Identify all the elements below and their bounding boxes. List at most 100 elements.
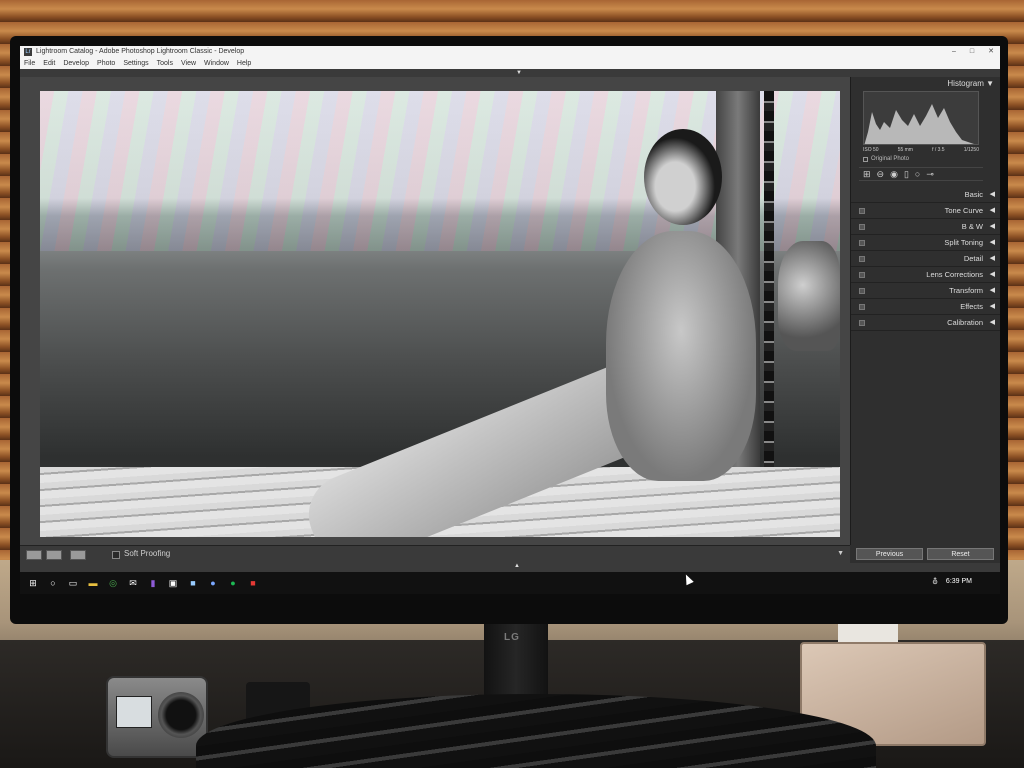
menu-develop[interactable]: Develop: [63, 58, 89, 69]
menu-tools[interactable]: Tools: [157, 58, 173, 69]
panel-switch[interactable]: [859, 272, 865, 278]
panel-label: Transform: [949, 286, 983, 295]
panel-label: Calibration: [947, 318, 983, 327]
expand-arrow-icon[interactable]: ◀: [990, 267, 995, 283]
filmstrip-toggle-strip[interactable]: ▲: [20, 563, 1000, 572]
panel-switch[interactable]: [859, 304, 865, 310]
panel-label: Split Toning: [944, 238, 983, 247]
panel-split-toning[interactable]: Split Toning ◀: [851, 235, 1000, 251]
monitor-screen: Lr Lightroom Catalog - Adobe Photoshop L…: [20, 46, 1000, 594]
radial-filter-icon[interactable]: ○: [915, 167, 920, 181]
image-canvas[interactable]: [20, 77, 850, 545]
panel-effects[interactable]: Effects ◀: [851, 299, 1000, 315]
red-eye-icon[interactable]: ◉: [890, 167, 898, 181]
menu-help[interactable]: Help: [237, 58, 251, 69]
panel-switch[interactable]: [859, 288, 865, 294]
histogram[interactable]: [863, 91, 979, 145]
chrome-icon[interactable]: ◎: [106, 576, 120, 590]
histogram-header[interactable]: Histogram ▼: [947, 79, 994, 88]
panel-calibration[interactable]: Calibration ◀: [851, 315, 1000, 331]
minimize-button[interactable]: –: [952, 46, 956, 58]
histogram-label: Histogram: [947, 79, 984, 88]
panel-detail[interactable]: Detail ◀: [851, 251, 1000, 267]
file-explorer-icon[interactable]: ▬: [86, 576, 100, 590]
develop-right-panel: Histogram ▼ ISO 50 55 mm f / 3.5 1/1250 …: [850, 77, 1000, 563]
aperture-value: f / 3.5: [932, 147, 945, 153]
expand-arrow-icon[interactable]: ◀: [990, 203, 995, 219]
develop-panels: Basic ◀ Tone Curve ◀ B & W ◀ Split Tonin…: [851, 187, 1000, 331]
brush-icon[interactable]: ⊸: [926, 167, 934, 181]
close-button[interactable]: ✕: [988, 46, 994, 58]
before-after-swap-button[interactable]: [70, 550, 86, 560]
menu-settings[interactable]: Settings: [123, 58, 148, 69]
menu-window[interactable]: Window: [204, 58, 229, 69]
panel-switch[interactable]: [859, 256, 865, 262]
develop-toolbar: Soft Proofing ▼: [20, 545, 850, 563]
photo-subject-head: [644, 129, 722, 225]
menu-view[interactable]: View: [181, 58, 196, 69]
panel-label: Detail: [963, 254, 983, 263]
panel-tone-curve[interactable]: Tone Curve ◀: [851, 203, 1000, 219]
expand-arrow-icon[interactable]: ◀: [990, 187, 995, 203]
crop-icon[interactable]: ⊞: [863, 167, 871, 181]
action-camera: [106, 676, 208, 758]
graduated-filter-icon[interactable]: ▯: [904, 167, 909, 181]
photo-preview[interactable]: [40, 91, 840, 537]
panel-switch[interactable]: [859, 320, 865, 326]
expand-arrow-icon[interactable]: ◀: [990, 251, 995, 267]
toolbar-dropdown-icon[interactable]: ▼: [837, 550, 844, 557]
reset-button[interactable]: Reset: [927, 548, 994, 560]
expand-filmstrip-icon[interactable]: ▲: [514, 563, 520, 569]
media-icon[interactable]: ■: [246, 576, 260, 590]
shutter-value: 1/1250: [963, 147, 979, 153]
soft-proofing-checkbox[interactable]: [112, 551, 120, 559]
menu-file[interactable]: File: [24, 58, 35, 69]
spotify-icon[interactable]: ●: [226, 576, 240, 590]
cortana-icon[interactable]: ○: [46, 576, 60, 590]
panel-switch[interactable]: [859, 240, 865, 246]
histogram-curve: [864, 104, 974, 144]
loupe-view-button[interactable]: [26, 550, 42, 560]
windows-start-icon[interactable]: ⊞: [26, 576, 40, 590]
menu-edit[interactable]: Edit: [43, 58, 55, 69]
taskbar-clock[interactable]: 6:39 PM: [946, 578, 972, 585]
photo-subject-torso: [606, 231, 756, 481]
panel-basic[interactable]: Basic ◀: [851, 187, 1000, 203]
window-title: Lightroom Catalog - Adobe Photoshop Ligh…: [36, 48, 245, 55]
expand-arrow-icon[interactable]: ◀: [990, 315, 995, 331]
onenote-icon[interactable]: ▮: [146, 576, 160, 590]
mail-icon[interactable]: ✉: [126, 576, 140, 590]
panel-label: B & W: [961, 222, 983, 231]
menu-bar: File Edit Develop Photo Settings Tools V…: [20, 58, 1000, 69]
panel-bw[interactable]: B & W ◀: [851, 219, 1000, 235]
system-tray-icon[interactable]: ⛢: [932, 577, 938, 586]
panel-switch[interactable]: [859, 208, 865, 214]
task-view-icon[interactable]: ▭: [66, 576, 80, 590]
tool-strip: ⊞ ⊖ ◉ ▯ ○ ⊸: [859, 167, 983, 181]
panel-buttons: Previous Reset: [850, 545, 1000, 563]
windows-taskbar: ⊞ ○ ▭ ▬ ◎ ✉ ▮ ▣ ■ ● ● ■ ⛢ 6:39 PM: [20, 572, 1000, 594]
lightroom-icon[interactable]: ■: [186, 576, 200, 590]
expand-arrow-icon[interactable]: ◀: [990, 283, 995, 299]
panel-switch[interactable]: [859, 224, 865, 230]
collapse-top-icon[interactable]: ▼: [516, 70, 522, 76]
expand-arrow-icon[interactable]: ◀: [990, 299, 995, 315]
original-photo-checkbox[interactable]: [863, 156, 868, 162]
expand-arrow-icon[interactable]: ◀: [990, 219, 995, 235]
top-panel-toggle-strip[interactable]: ▼: [20, 69, 1000, 77]
photos-icon[interactable]: ▣: [166, 576, 180, 590]
menu-photo[interactable]: Photo: [97, 58, 115, 69]
previous-button[interactable]: Previous: [856, 548, 923, 560]
maximize-button[interactable]: □: [970, 46, 974, 58]
original-photo-label: Original Photo: [871, 156, 910, 162]
camera-screen: [116, 696, 152, 728]
panel-transform[interactable]: Transform ◀: [851, 283, 1000, 299]
before-after-button[interactable]: [46, 550, 62, 560]
focal-length-value: 55 mm: [897, 147, 913, 153]
photo-rocks: [778, 241, 840, 351]
original-photo-toggle[interactable]: Original Photo: [863, 156, 909, 162]
expand-arrow-icon[interactable]: ◀: [990, 235, 995, 251]
panel-lens-corrections[interactable]: Lens Corrections ◀: [851, 267, 1000, 283]
spot-removal-icon[interactable]: ⊖: [877, 167, 885, 181]
info-icon[interactable]: ●: [206, 576, 220, 590]
